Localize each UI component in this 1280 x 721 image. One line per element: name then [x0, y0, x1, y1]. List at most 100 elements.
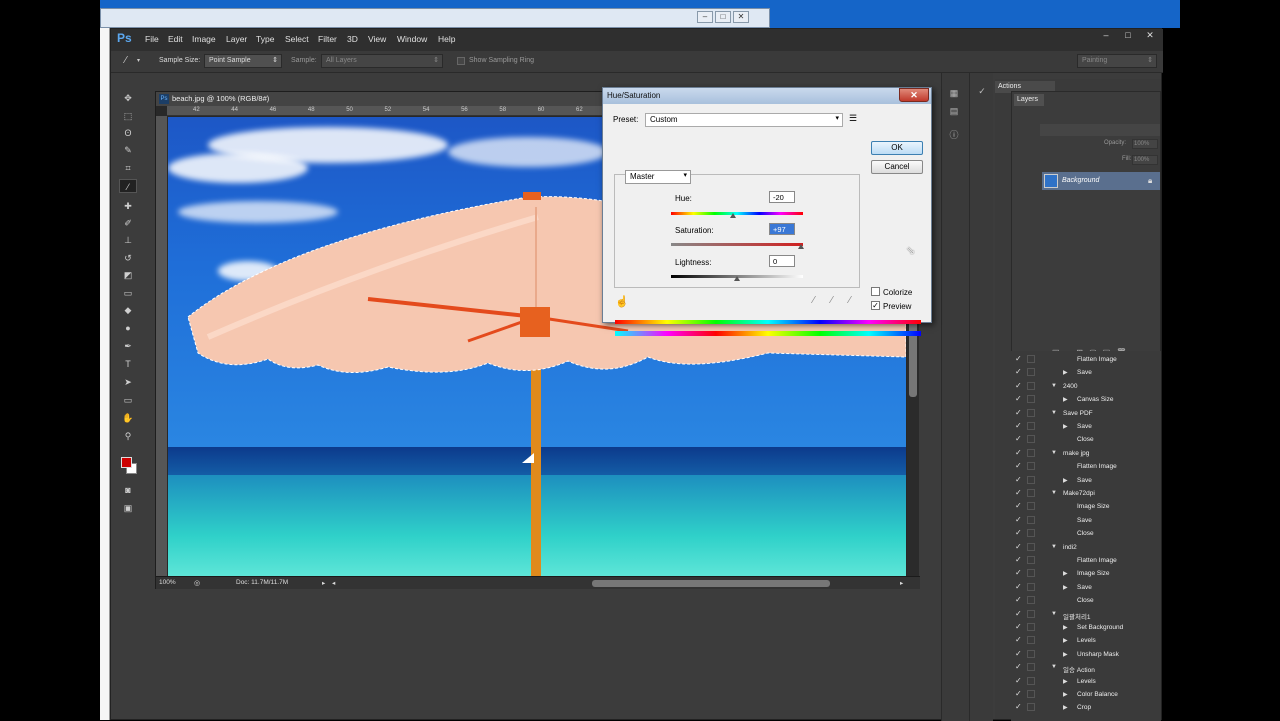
action-row[interactable]: ✓ Close [1011, 594, 1161, 607]
brush-icon[interactable]: ✐ [119, 216, 137, 230]
close-icon[interactable]: ✕ [1139, 29, 1161, 43]
expand-down-icon[interactable]: ▼ [1051, 611, 1057, 617]
dialog-toggle-box[interactable] [1027, 703, 1035, 712]
expand-down-icon[interactable]: ▼ [1051, 490, 1057, 496]
cancel-button[interactable]: Cancel [871, 160, 923, 174]
action-row[interactable]: ✓ ▼ 일승 Action [1011, 661, 1161, 674]
dialog-toggle-box[interactable] [1027, 649, 1035, 658]
expand-right-icon[interactable]: ▶ [1063, 678, 1068, 685]
expand-right-icon[interactable]: ▶ [1063, 584, 1068, 591]
chevron-down-icon[interactable]: ▾ [137, 57, 140, 64]
pen-icon[interactable]: ✒ [119, 339, 137, 353]
eyedropper-plus-icon[interactable]: ⁄ [831, 295, 833, 306]
lightness-field[interactable]: 0 [769, 255, 795, 267]
hue-slider[interactable] [671, 212, 803, 215]
check-icon[interactable]: ✓ [1015, 582, 1022, 591]
ok-button[interactable]: OK [871, 141, 923, 155]
action-row[interactable]: ✓ ▼ indi2 [1011, 541, 1161, 554]
check-icon[interactable]: ✓ [1015, 367, 1022, 376]
dialog-toggle-box[interactable] [1027, 515, 1035, 524]
check-icon[interactable]: ✓ [1015, 475, 1022, 484]
menu-filter[interactable]: Filter [318, 34, 337, 44]
dialog-toggle-box[interactable] [1027, 569, 1035, 578]
dialog-toggle-box[interactable] [1027, 623, 1035, 631]
preset-select[interactable]: Custom ▾ [645, 113, 843, 127]
dialog-toggle-box[interactable] [1027, 489, 1035, 497]
minimize-icon[interactable]: – [1095, 29, 1117, 43]
check-icon[interactable]: ✓ [1015, 635, 1022, 644]
action-row[interactable]: ✓ ▶ Canvas Size [1011, 393, 1161, 406]
sample-size-select[interactable]: Point Sample ⇕ [204, 54, 282, 68]
action-row[interactable]: ✓ Flatten Image [1011, 460, 1161, 473]
hue-slider-thumb[interactable] [730, 213, 737, 218]
sample-select[interactable]: All Layers ⇕ [321, 54, 443, 68]
eraser-icon[interactable]: ◩ [119, 268, 137, 282]
action-row[interactable]: ✓ ▶ Crop [1011, 701, 1161, 714]
background-window-titlebar[interactable]: – □ ✕ [100, 8, 770, 28]
action-row[interactable]: ✓ Flatten Image [1011, 554, 1161, 567]
dialog-toggle-box[interactable] [1027, 636, 1035, 645]
action-row[interactable]: ✓ ▼ 일괄처리1 [1011, 608, 1161, 621]
check-icon[interactable]: ✓ [1015, 461, 1022, 470]
dialog-toggle-box[interactable] [1027, 381, 1035, 390]
check-icon[interactable]: ✓ [1015, 448, 1022, 457]
check-icon[interactable]: ✓ [1015, 609, 1022, 618]
move-icon[interactable]: ✥ [119, 91, 137, 105]
properties-icon[interactable]: ▤ [947, 105, 961, 117]
healing-icon[interactable]: ✚ [119, 199, 137, 213]
dialog-toggle-box[interactable] [1027, 435, 1035, 444]
eyedropper-icon[interactable]: ⁄ [125, 55, 127, 66]
targeted-adjustment-icon[interactable]: ☝ [615, 295, 629, 308]
scroll-right-icon[interactable]: ▸ [900, 579, 903, 587]
menu-window[interactable]: Window [397, 34, 427, 44]
check-icon[interactable]: ✓ [1015, 421, 1022, 430]
dialog-toggle-box[interactable] [1027, 462, 1035, 471]
foreground-color-swatch[interactable] [121, 457, 132, 468]
show-ring-checkbox[interactable] [457, 57, 465, 65]
dialog-toggle-box[interactable] [1027, 690, 1035, 698]
check-icon[interactable]: ✓ [1015, 434, 1022, 443]
expand-down-icon[interactable]: ▼ [1051, 664, 1057, 670]
dialog-toggle-box[interactable] [1027, 556, 1035, 564]
dialog-toggle-box[interactable] [1027, 475, 1035, 484]
dodge-icon[interactable]: ● [119, 321, 137, 335]
saturation-slider-thumb[interactable] [798, 244, 805, 249]
dialog-toggle-box[interactable] [1027, 368, 1035, 377]
action-row[interactable]: ✓ ▶ Set Background [1011, 621, 1161, 634]
colorize-checkbox[interactable] [871, 287, 880, 296]
expand-right-icon[interactable]: ▶ [1063, 423, 1068, 430]
horizontal-scroll-thumb[interactable] [592, 580, 830, 587]
zoom-level[interactable]: 100% [159, 579, 176, 586]
eyedropper-icon[interactable]: ⁄ [813, 295, 815, 306]
action-row[interactable]: ✓ Image Size [1011, 500, 1161, 513]
action-row[interactable]: ✓ ▼ make jpg [1011, 447, 1161, 460]
play-icon[interactable]: ▸ [322, 579, 325, 587]
expand-down-icon[interactable]: ▼ [1051, 544, 1057, 550]
info-icon[interactable]: ⓘ [947, 129, 961, 141]
action-row[interactable]: ✓ Close [1011, 433, 1161, 446]
dialog-toggle-box[interactable] [1027, 542, 1035, 551]
action-row[interactable]: ✓ ▼ 2400 [1011, 380, 1161, 393]
menu-layer[interactable]: Layer [226, 34, 247, 44]
close-icon[interactable]: ✕ [733, 11, 749, 23]
hand-icon[interactable]: ✋ [119, 411, 137, 425]
check-icon[interactable]: ✓ [1015, 622, 1022, 631]
menu-view[interactable]: View [368, 34, 386, 44]
expand-right-icon[interactable]: ▶ [1063, 396, 1068, 403]
quick-mask-icon[interactable]: ◙ [119, 483, 137, 497]
check-icon[interactable]: ✓ [1015, 394, 1022, 403]
check-icon[interactable]: ✓ [1015, 528, 1022, 537]
expand-down-icon[interactable]: ▼ [1051, 383, 1057, 389]
dialog-toggle-box[interactable] [1027, 422, 1035, 430]
action-row[interactable]: ✓ ▶ Levels [1011, 675, 1161, 688]
blur-icon[interactable]: ◆ [119, 303, 137, 317]
expand-right-icon[interactable]: ▶ [1063, 704, 1068, 711]
expand-right-icon[interactable]: ▶ [1063, 369, 1068, 376]
check-icon[interactable]: ✓ [1015, 408, 1022, 417]
menu-type[interactable]: Type [256, 34, 274, 44]
path-select-icon[interactable]: ➤ [119, 375, 137, 389]
expand-right-icon[interactable]: ▶ [1063, 651, 1068, 658]
action-row[interactable]: ✓ ▶ Save [1011, 581, 1161, 594]
minimize-icon[interactable]: – [697, 11, 713, 23]
dialog-toggle-box[interactable] [1027, 596, 1035, 605]
